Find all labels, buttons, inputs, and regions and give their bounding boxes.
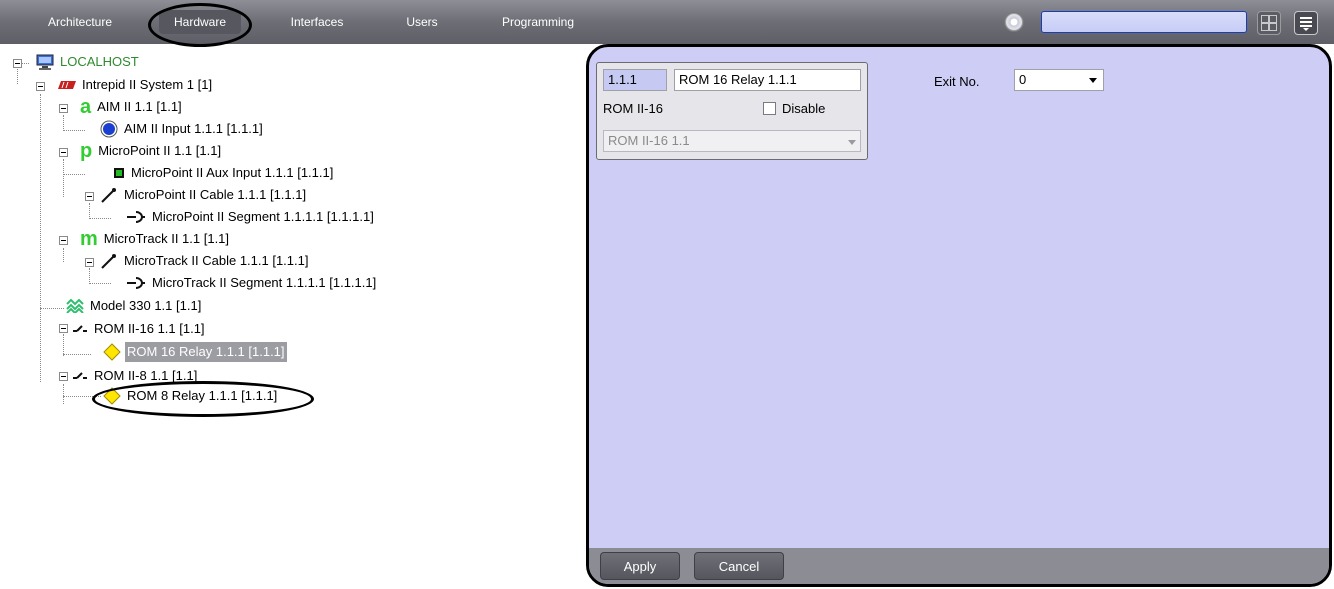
tree-item-model330[interactable]: Model 330 1.1 [1.1] (66, 296, 203, 316)
chevron-down-icon (1089, 78, 1097, 83)
expander-rom8[interactable] (59, 372, 68, 381)
parent-select-value: ROM II-16 1.1 (608, 133, 690, 148)
grid-view-icon[interactable] (1257, 11, 1281, 35)
input-circle-icon (100, 120, 118, 138)
parent-select: ROM II-16 1.1 (603, 130, 861, 152)
hardware-tree[interactable]: LOCALHOST Intrepid II System 1 [1] a AIM… (0, 44, 585, 589)
tree-item-micropoint-segment[interactable]: MicroPoint II Segment 1.1.1.1 [1.1.1.1] (126, 207, 376, 227)
wave-sensor-icon (66, 299, 84, 313)
exit-no-value: 0 (1019, 72, 1027, 87)
tree-item-rom16-relay[interactable]: ROM 16 Relay 1.1.1 [1.1.1] (103, 342, 287, 362)
expander-aim[interactable] (59, 104, 68, 113)
tree-item-rom8-relay[interactable]: ROM 8 Relay 1.1.1 [1.1.1] (103, 386, 279, 406)
chevron-down-icon (848, 140, 856, 145)
tree-item-system[interactable]: Intrepid II System 1 [1] (58, 75, 214, 95)
computer-icon (36, 54, 54, 70)
tab-interfaces[interactable]: Interfaces (274, 10, 360, 34)
cable-icon (101, 188, 116, 203)
object-header-card: 1.1.1 ROM 16 Relay 1.1.1 ROM II-16 Disab… (596, 62, 868, 160)
tree-item-microtrack-segment[interactable]: MicroTrack II Segment 1.1.1.1 [1.1.1.1] (126, 273, 378, 293)
tree-item-aim-input[interactable]: AIM II Input 1.1.1 [1.1.1] (100, 119, 265, 139)
tree-item-micropoint-aux[interactable]: MicroPoint II Aux Input 1.1.1 [1.1.1] (113, 163, 335, 183)
tree-item-micropoint-cable[interactable]: MicroPoint II Cable 1.1.1 [1.1.1] (100, 185, 308, 205)
expander-micropoint[interactable] (59, 148, 68, 157)
object-id-field: 1.1.1 (603, 69, 667, 91)
search-input[interactable] (1041, 11, 1247, 33)
panel-footer: Apply Cancel (589, 548, 1329, 584)
menu-icon[interactable] (1294, 11, 1318, 35)
cancel-button[interactable]: Cancel (694, 552, 784, 580)
object-name-input[interactable]: ROM 16 Relay 1.1.1 (674, 69, 861, 91)
settings-panel: 1.1.1 ROM 16 Relay 1.1.1 ROM II-16 Disab… (586, 44, 1332, 587)
exit-no-select[interactable]: 0 (1014, 69, 1104, 91)
segment-icon (127, 277, 145, 289)
tree-item-aim[interactable]: a AIM II 1.1 [1.1] (80, 97, 184, 117)
intrepid-system-icon (58, 81, 76, 89)
search-icon[interactable] (1004, 12, 1024, 32)
tab-architecture[interactable]: Architecture (28, 10, 132, 34)
tree-item-rom8[interactable]: ROM II-8 1.1 [1.1] (72, 366, 199, 386)
tab-users[interactable]: Users (394, 10, 450, 34)
letter-a-icon: a (80, 96, 92, 118)
expander-micropoint-cable[interactable] (85, 192, 94, 201)
segment-icon (127, 211, 145, 223)
expander-system[interactable] (36, 82, 45, 91)
tree-item-micropoint[interactable]: p MicroPoint II 1.1 [1.1] (80, 141, 223, 161)
disable-label: Disable (782, 101, 826, 116)
parent-type-label: ROM II-16 (603, 101, 663, 116)
relay-switch-icon (73, 325, 87, 332)
expander-microtrack-cable[interactable] (85, 258, 94, 267)
letter-m-icon: m (80, 228, 98, 250)
tree-item-rom16[interactable]: ROM II-16 1.1 [1.1] (72, 319, 207, 339)
expander-rom16[interactable] (59, 324, 68, 333)
aux-input-icon (114, 168, 124, 178)
relay-diamond-icon (103, 343, 121, 361)
relay-switch-icon (73, 372, 87, 379)
tab-hardware[interactable]: Hardware (159, 10, 241, 34)
relay-diamond-icon (103, 387, 121, 405)
cable-icon (101, 254, 116, 269)
letter-p-icon: p (80, 140, 93, 162)
expander-microtrack[interactable] (59, 236, 68, 245)
tree-item-localhost[interactable]: LOCALHOST (36, 52, 141, 72)
tab-programming[interactable]: Programming (486, 10, 590, 34)
tree-item-microtrack-cable[interactable]: MicroTrack II Cable 1.1.1 [1.1.1] (100, 251, 310, 271)
exit-no-label: Exit No. (934, 74, 980, 89)
tree-item-microtrack[interactable]: m MicroTrack II 1.1 [1.1] (80, 229, 231, 249)
apply-button[interactable]: Apply (600, 552, 680, 580)
disable-checkbox[interactable] (763, 102, 776, 115)
top-navigation-bar: Architecture Hardware Interfaces Users P… (0, 0, 1334, 44)
expander-localhost[interactable] (13, 59, 22, 68)
